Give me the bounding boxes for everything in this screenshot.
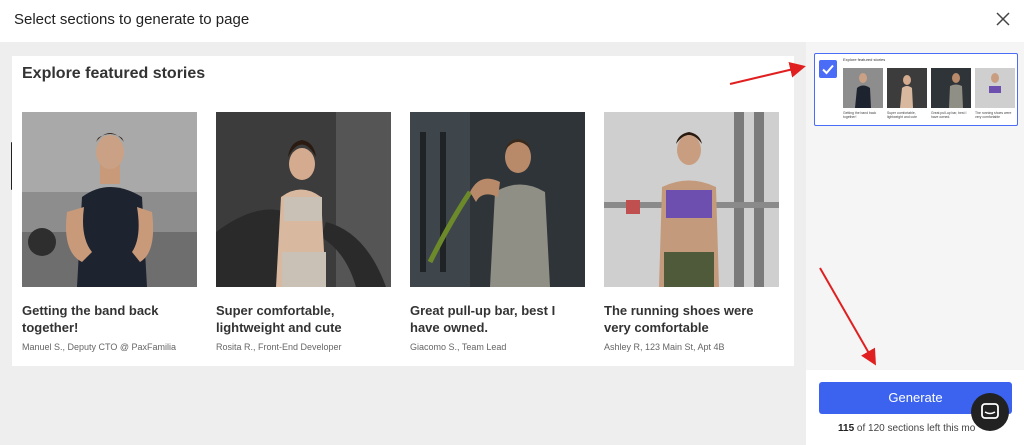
story-quote: Super comfortable, lightweight and cute [216, 303, 342, 335]
thumbnail-photo [887, 68, 927, 108]
section-sidebar: Explore featured stories Getting the ban… [806, 42, 1024, 445]
story-quote: The running shoes were very comfortable [604, 303, 754, 335]
thumbnail-story-text: Super comfortable, lightweight and cute [887, 111, 917, 119]
thumbnail-story-text: Great pull-up bar, best I have owned. [931, 111, 967, 119]
story-photo [22, 112, 197, 287]
story-photo [410, 112, 585, 287]
thumbnail-photo [843, 68, 883, 108]
story-card: Great pull-up bar, best I have owned. Gi… [410, 112, 585, 352]
thumbnail-title: Explore featured stories [843, 57, 886, 62]
modal-header: Select sections to generate to page [0, 0, 1024, 42]
story-photo [604, 112, 779, 287]
story-quote: Great pull-up bar, best I have owned. [410, 303, 556, 335]
section-thumbnail[interactable]: Explore featured stories Getting the ban… [814, 53, 1018, 126]
story-author: Manuel S., Deputy CTO @ PaxFamilia [22, 342, 177, 352]
preview-area: Explore featured stories Getting the ban… [0, 42, 806, 445]
sections-remaining-label: of 120 sections left this mo [856, 423, 976, 434]
story-author: Rosita R., Front-End Developer [216, 342, 342, 352]
story-photo [216, 112, 391, 287]
sections-used-count: 115 [838, 423, 855, 434]
story-author: Giacomo S., Team Lead [410, 342, 507, 352]
thumbnail-story: The running shoes were very comfortable [975, 68, 1015, 119]
story-quote: Getting the band back together! [22, 303, 159, 335]
story-author: Ashley R, 123 Main St, Apt 4B [604, 342, 725, 352]
story-card: The running shoes were very comfortable … [604, 112, 779, 352]
thumbnail-story-text: Getting the band back together! [843, 111, 877, 119]
section-heading: Explore featured stories [22, 65, 206, 82]
section-preview-card: Explore featured stories Getting the ban… [12, 56, 794, 366]
thumbnail-story: Getting the band back together! [843, 68, 883, 119]
story-card: Getting the band back together! Manuel S… [22, 112, 197, 352]
story-card: Super comfortable, lightweight and cute … [216, 112, 391, 352]
checkbox-checked-icon[interactable] [819, 60, 837, 78]
thumbnail-story-text: The running shoes were very comfortable [975, 111, 1012, 119]
thumbnail-story: Great pull-up bar, best I have owned. [931, 68, 971, 119]
chat-icon [981, 403, 999, 419]
chat-launcher-button[interactable] [971, 393, 1009, 431]
sections-remaining-text: 115 of 120 sections left this mo [838, 423, 975, 434]
thumbnail-photo [931, 68, 971, 108]
thumbnail-photo [975, 68, 1015, 108]
close-icon[interactable] [994, 10, 1012, 28]
modal-title: Select sections to generate to page [14, 11, 250, 28]
thumbnail-story: Super comfortable, lightweight and cute [887, 68, 927, 119]
